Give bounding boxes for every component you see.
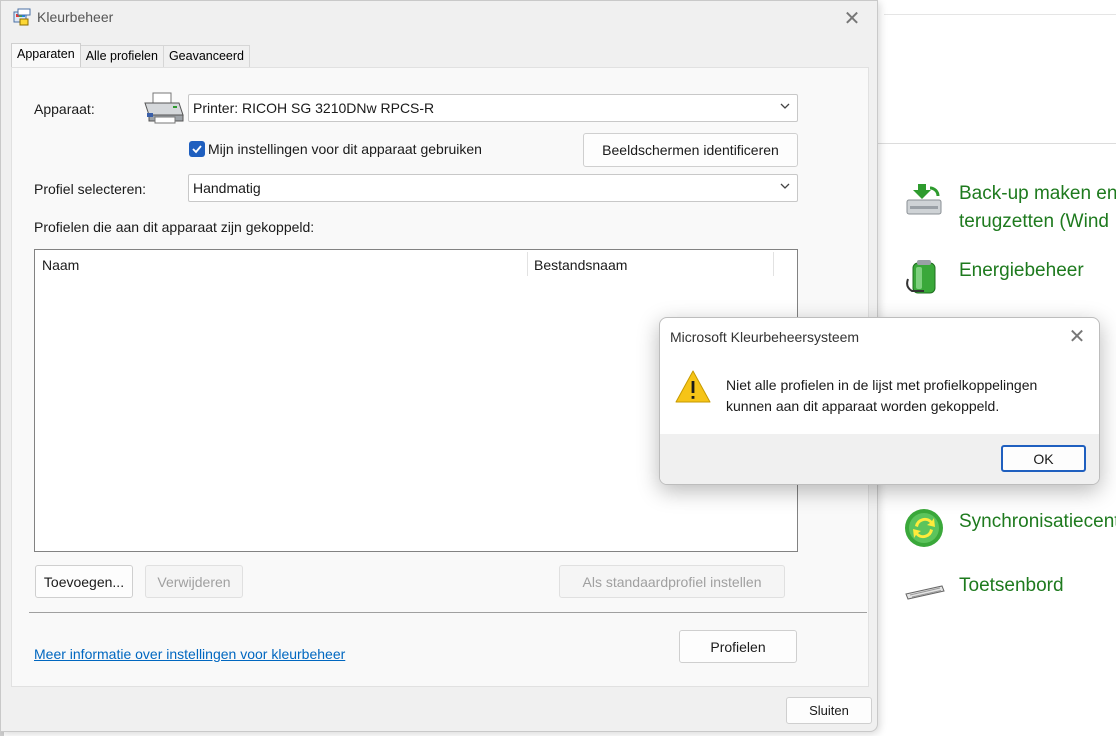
dialog-message: Niet alle profielen in de lijst met prof… — [726, 375, 1091, 417]
tab-geavanceerd[interactable]: Geavanceerd — [162, 45, 251, 67]
battery-icon — [904, 257, 946, 299]
close-icon: ✕ — [843, 7, 861, 30]
close-icon: ✕ — [1068, 325, 1086, 348]
chevron-down-icon — [780, 103, 790, 109]
ok-button[interactable]: OK — [1001, 445, 1086, 472]
cp-item-label: Back-up maken en terugzetten (Wind — [959, 183, 1116, 232]
cp-item-label: Synchronisatiecent — [959, 511, 1116, 532]
device-select[interactable]: Printer: RICOH SG 3210DNw RPCS-R — [188, 94, 798, 122]
column-divider[interactable] — [773, 252, 774, 276]
help-link[interactable]: Meer informatie over instellingen voor k… — [34, 646, 345, 662]
title-bar[interactable]: Kleurbeheer ✕ — [1, 1, 877, 35]
chevron-down-icon — [780, 183, 790, 189]
dialog-close-button[interactable]: ✕ — [1065, 324, 1089, 348]
profile-select-label: Profiel selecteren: — [34, 181, 147, 197]
window-title: Kleurbeheer — [37, 9, 114, 25]
cp-item-label: Energiebeheer — [959, 260, 1084, 281]
use-settings-checkbox[interactable] — [189, 141, 205, 157]
column-divider[interactable] — [527, 252, 528, 276]
identify-displays-button[interactable]: Beeldschermen identificeren — [583, 133, 798, 167]
column-header-name[interactable]: Naam — [42, 257, 79, 273]
cp-item-energy[interactable]: Energiebeheer — [904, 257, 1084, 299]
dialog-footer: OK — [660, 434, 1099, 484]
close-button[interactable]: ✕ — [839, 5, 865, 31]
tab-apparaten[interactable]: Apparaten — [11, 43, 81, 67]
divider — [878, 143, 1116, 144]
associated-profiles-label: Profielen die aan dit apparaat zijn geko… — [34, 219, 315, 235]
printer-icon — [143, 91, 185, 125]
column-header-filename[interactable]: Bestandsnaam — [534, 257, 627, 273]
dialog-message-line: Niet alle profielen in de lijst met prof… — [726, 377, 1038, 393]
warning-icon — [674, 368, 712, 406]
divider — [884, 14, 1116, 15]
dialog-title: Microsoft Kleurbeheersysteem — [670, 329, 860, 345]
remove-button[interactable]: Verwijderen — [145, 565, 243, 598]
close-window-button[interactable]: Sluiten — [786, 697, 872, 724]
color-management-icon — [13, 8, 31, 26]
add-button[interactable]: Toevoegen... — [35, 565, 133, 598]
backup-icon — [904, 180, 946, 222]
sync-icon — [904, 508, 946, 550]
dialog-message-line: kunnen aan dit apparaat worden gekoppeld… — [726, 398, 1000, 414]
cp-item-backup[interactable]: Back-up maken en terugzetten (Wind — [904, 180, 1116, 236]
checkmark-icon — [192, 145, 202, 154]
device-select-value: Printer: RICOH SG 3210DNw RPCS-R — [193, 100, 435, 116]
message-dialog: Microsoft Kleurbeheersysteem ✕ Niet alle… — [659, 317, 1100, 485]
device-label: Apparaat: — [34, 101, 95, 117]
divider — [29, 612, 867, 613]
cp-item-sync[interactable]: Synchronisatiecent — [904, 508, 1116, 550]
profiles-button[interactable]: Profielen — [679, 630, 797, 663]
profile-select[interactable]: Handmatig — [188, 174, 798, 202]
keyboard-icon — [904, 572, 946, 614]
cp-item-keyboard[interactable]: Toetsenbord — [904, 572, 1064, 614]
tab-alle-profielen[interactable]: Alle profielen — [79, 45, 164, 67]
cp-item-label: Toetsenbord — [959, 575, 1064, 596]
use-settings-label[interactable]: Mijn instellingen voor dit apparaat gebr… — [208, 141, 482, 157]
profile-select-value: Handmatig — [193, 180, 261, 196]
tab-strip: Apparaten Alle profielen Geavanceerd — [11, 43, 251, 68]
set-default-profile-button[interactable]: Als standaardprofiel instellen — [559, 565, 785, 598]
